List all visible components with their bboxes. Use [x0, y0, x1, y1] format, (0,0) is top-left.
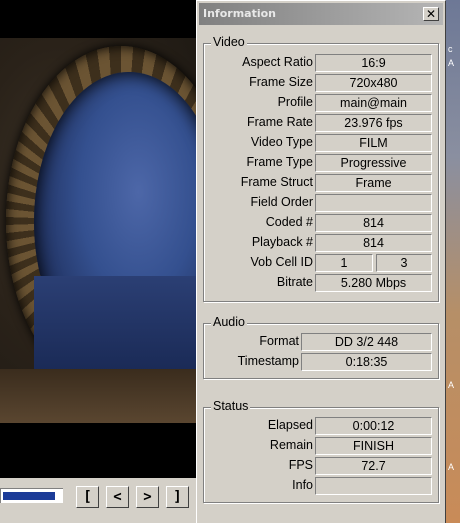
- close-icon: ✕: [425, 7, 437, 21]
- audio-group: Audio Format DD 3/2 448 Timestamp 0:18:35: [203, 315, 440, 379]
- elapsed-label: Elapsed: [267, 418, 313, 432]
- desktop-text-fragment: c: [448, 44, 453, 54]
- info-row: Info: [204, 477, 440, 495]
- window-title: Information: [203, 7, 276, 20]
- format-row: Format DD 3/2 448: [204, 333, 440, 351]
- sea-view: [34, 276, 196, 372]
- information-dialog: Information ✕ Video Aspect Ratio 16:9 Fram…: [196, 0, 446, 523]
- frame-struct-value: Frame: [315, 174, 432, 192]
- fps-row: FPS 72.7: [204, 457, 440, 475]
- profile-row: Profile main@main: [204, 94, 440, 112]
- frame-struct-row: Frame Struct Frame: [204, 174, 440, 192]
- video-type-value: FILM: [315, 134, 432, 152]
- format-value: DD 3/2 448: [301, 333, 432, 351]
- vob-cell-label: Vob Cell ID: [250, 255, 313, 269]
- remain-label: Remain: [269, 438, 313, 452]
- video-player: [ < > ]: [0, 0, 196, 523]
- coded-row: Coded #814: [204, 214, 440, 232]
- porthole-window: [34, 72, 196, 372]
- timestamp-value: 0:18:35: [301, 353, 432, 371]
- coded-label: Coded #: [265, 215, 313, 229]
- step-back-button[interactable]: <: [106, 486, 129, 508]
- seek-bar-fill: [3, 492, 55, 500]
- frame-rate-row: Frame Rate 23.976 fps: [204, 114, 440, 132]
- bitrate-value: 5.280 Mbps: [315, 274, 432, 292]
- info-value: [315, 477, 432, 495]
- desktop-text-fragment: A: [448, 380, 455, 390]
- status-group: Status Elapsed 0:00:12 Remain FINISH FPS 72.7…: [203, 399, 440, 503]
- field-order-value: [315, 194, 432, 212]
- frame-size-row: Frame Size 720x480: [204, 74, 440, 92]
- mark-in-button[interactable]: [: [76, 486, 99, 508]
- field-order-row: Field Order: [204, 194, 440, 212]
- desktop-text-fragment: A: [448, 462, 455, 472]
- player-controls: [ < > ]: [0, 478, 196, 523]
- video-type-row: Video Type FILM: [204, 134, 440, 152]
- audio-group-label: Audio: [211, 315, 247, 329]
- elapsed-row: Elapsed 0:00:12: [204, 417, 440, 435]
- remain-value: FINISH: [315, 437, 432, 455]
- seek-bar[interactable]: [0, 488, 63, 503]
- timestamp-row: Timestamp 0:18:35: [204, 353, 440, 371]
- aspect-ratio-label: Aspect Ratio: [242, 55, 313, 69]
- porthole-ring: [6, 46, 196, 396]
- aspect-ratio-value: 16:9: [315, 54, 432, 72]
- bitrate-label: Bitrate: [276, 275, 313, 289]
- coded-value: 814: [315, 214, 432, 232]
- field-order-label: Field Order: [250, 195, 313, 209]
- playback-value: 814: [315, 234, 432, 252]
- frame-struct-label: Frame Struct: [240, 175, 313, 189]
- title-bar[interactable]: Information ✕: [199, 3, 443, 25]
- info-label: Info: [292, 478, 313, 492]
- vob-cell-row: Vob Cell ID 1 3: [204, 254, 440, 272]
- fps-value: 72.7: [315, 457, 432, 475]
- status-group-label: Status: [211, 399, 251, 413]
- frame-rate-value: 23.976 fps: [315, 114, 432, 132]
- playback-row: Playback #814: [204, 234, 440, 252]
- playback-label: Playback #: [251, 235, 313, 249]
- elapsed-value: 0:00:12: [315, 417, 432, 435]
- bitrate-row: Bitrate 5.280 Mbps: [204, 274, 440, 292]
- timestamp-label: Timestamp: [237, 354, 299, 368]
- desktop-text-fragment: A: [448, 58, 455, 68]
- close-button[interactable]: ✕: [423, 7, 439, 21]
- step-forward-button[interactable]: >: [136, 486, 159, 508]
- desktop-background: c A A A: [446, 0, 460, 523]
- vob-cell-value-2: 3: [376, 254, 432, 272]
- video-group-label: Video: [211, 35, 247, 49]
- frame-size-value: 720x480: [315, 74, 432, 92]
- frame-type-value: Progressive: [315, 154, 432, 172]
- video-frame: [0, 38, 196, 423]
- profile-label: Profile: [277, 95, 313, 109]
- vob-cell-value-1: 1: [315, 254, 373, 272]
- video-type-label: Video Type: [250, 135, 313, 149]
- frame-type-label: Frame Type: [246, 155, 313, 169]
- remain-row: Remain FINISH: [204, 437, 440, 455]
- frame-type-row: Frame Type Progressive: [204, 154, 440, 172]
- mark-out-button[interactable]: ]: [166, 486, 189, 508]
- video-group: Video Aspect Ratio 16:9 Frame Size 720x480 P…: [203, 35, 440, 302]
- format-label: Format: [259, 334, 299, 348]
- floor: [0, 369, 196, 423]
- frame-rate-label: Frame Rate: [247, 115, 313, 129]
- frame-size-label: Frame Size: [249, 75, 313, 89]
- fps-label: FPS: [288, 458, 313, 472]
- aspect-ratio-row: Aspect Ratio 16:9: [204, 54, 440, 72]
- profile-value: main@main: [315, 94, 432, 112]
